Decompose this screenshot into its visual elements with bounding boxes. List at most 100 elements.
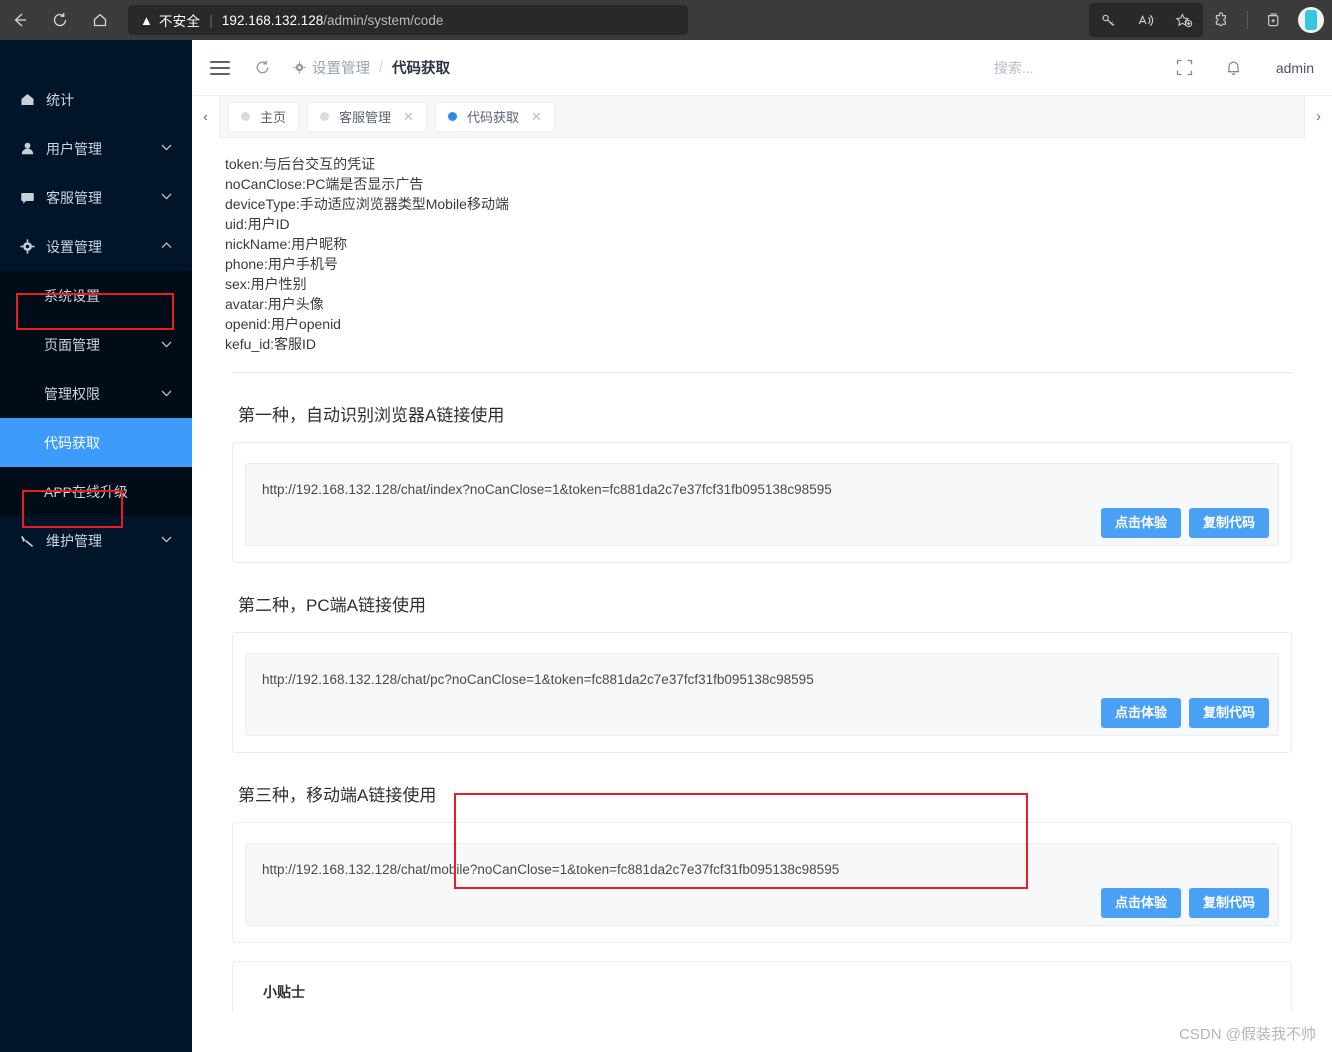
tab-strip: ‹ 主页 客服管理 ✕ 代码获取 ✕ › (192, 95, 1332, 138)
tab-status-dot (320, 112, 330, 121)
close-icon[interactable]: ✕ (531, 110, 542, 123)
close-icon[interactable]: ✕ (403, 110, 414, 123)
sidebar-item-label: 代码获取 (44, 434, 100, 451)
toolbar-divider (1247, 11, 1248, 29)
chat-icon (18, 190, 36, 205)
section-title: 第二种，PC端A链接使用 (238, 596, 426, 615)
home-icon[interactable] (80, 0, 120, 40)
section-buttons: 点击体验 复制代码 (1100, 698, 1269, 728)
chevron-down-icon (161, 339, 172, 351)
tab-service-management[interactable]: 客服管理 ✕ (307, 101, 427, 132)
sidebar-item-label: 设置管理 (46, 238, 102, 255)
copy-code-button[interactable]: 复制代码 (1188, 888, 1269, 918)
tab-status-dot (241, 112, 250, 121)
url-separator: | (209, 12, 213, 28)
section-panel: http://192.168.132.128/chat/pc?noCanClos… (232, 632, 1292, 753)
breadcrumb: 设置管理 / 代码获取 (293, 57, 450, 78)
extensions-icon[interactable] (1203, 0, 1241, 40)
breadcrumb-separator: / (379, 59, 384, 76)
sidebar-item-settings-management[interactable]: 设置管理 (0, 222, 192, 271)
param-item: uid:用户ID (225, 216, 290, 232)
section-buttons: 点击体验 复制代码 (1100, 888, 1269, 918)
refresh-icon[interactable] (254, 59, 271, 76)
param-item: phone:用户手机号 (225, 256, 338, 272)
url-path: /admin/system/code (323, 12, 444, 28)
param-item: token:与后台交互的凭证 (225, 156, 376, 172)
section-title: 第一种，自动识别浏览器A链接使用 (238, 406, 505, 425)
main-area: 设置管理 / 代码获取 admin ‹ 主页 客服管理 ✕ (192, 40, 1332, 1052)
tab-scroll-right-button[interactable]: › (1304, 95, 1332, 138)
section-panel: http://192.168.132.128/chat/index?noCanC… (232, 442, 1292, 563)
sidebar-item-maintenance-management[interactable]: 维护管理 (0, 516, 192, 565)
profile-avatar[interactable] (1298, 7, 1324, 33)
reload-icon[interactable] (40, 0, 80, 40)
url-text: 192.168.132.128/admin/system/code (222, 13, 443, 28)
tab-label: 客服管理 (339, 110, 392, 125)
param-item: noCanClose:PC端是否显示广告 (225, 176, 424, 192)
url-host: 192.168.132.128 (221, 12, 324, 28)
sidebar-item-app-online-upgrade[interactable]: APP在线升级 (0, 467, 192, 516)
chevron-down-icon (161, 535, 172, 546)
sidebar-item-label: 维护管理 (46, 532, 102, 549)
bell-icon[interactable] (1225, 59, 1242, 77)
warning-triangle-icon: ▲ (140, 12, 153, 28)
chevron-down-icon (161, 192, 172, 203)
topbar-right: admin (993, 59, 1332, 77)
section-title: 第三种，移动端A链接使用 (238, 786, 437, 805)
section-mobile-link: 第三种，移动端A链接使用 http://192.168.132.128/chat… (192, 753, 1332, 943)
gear-icon (293, 61, 306, 74)
tab-list: 主页 客服管理 ✕ 代码获取 ✕ (220, 101, 555, 132)
chevron-down-icon (161, 388, 172, 400)
sidebar-item-label: 管理权限 (44, 385, 100, 402)
security-label: 不安全 (158, 14, 201, 29)
chevron-down-icon (161, 143, 172, 154)
tab-label: 主页 (260, 110, 287, 125)
breadcrumb-parent[interactable]: 设置管理 (312, 57, 370, 78)
sidebar-nav: 统计 用户管理 客服管理 设置管理 系统设置 页面管理 管理权限 代码获取 AP… (0, 40, 192, 1052)
sidebar-item-statistics[interactable]: 统计 (0, 75, 192, 124)
browser-icon-group (1089, 3, 1203, 37)
user-icon (18, 141, 36, 156)
try-it-button[interactable]: 点击体验 (1100, 698, 1181, 728)
try-it-button[interactable]: 点击体验 (1100, 888, 1181, 918)
copy-code-button[interactable]: 复制代码 (1188, 698, 1269, 728)
address-bar[interactable]: ▲ 不安全 | 192.168.132.128/admin/system/cod… (128, 5, 688, 35)
key-icon[interactable] (1089, 0, 1127, 40)
chevron-up-icon (161, 241, 172, 252)
hamburger-menu-icon[interactable] (210, 60, 230, 75)
browser-toolbar: ▲ 不安全 | 192.168.132.128/admin/system/cod… (0, 0, 1332, 40)
try-it-button[interactable]: 点击体验 (1100, 508, 1181, 538)
copy-code-button[interactable]: 复制代码 (1188, 508, 1269, 538)
read-aloud-icon[interactable] (1127, 0, 1165, 40)
sidebar-submenu-settings: 系统设置 页面管理 管理权限 代码获取 APP在线升级 (0, 271, 192, 516)
sidebar-item-code-fetch[interactable]: 代码获取 (0, 418, 192, 467)
sidebar-item-label: 系统设置 (44, 287, 100, 304)
wrench-icon (18, 533, 36, 548)
watermark: CSDN @假装我不帅 (1179, 1026, 1316, 1043)
tab-label: 代码获取 (466, 110, 519, 125)
section-auto-detect: 第一种，自动识别浏览器A链接使用 http://192.168.132.128/… (192, 373, 1332, 563)
sidebar-item-system-settings[interactable]: 系统设置 (0, 271, 192, 320)
home-icon (18, 92, 36, 107)
sidebar-item-service-management[interactable]: 客服管理 (0, 173, 192, 222)
tab-code-fetch[interactable]: 代码获取 ✕ (434, 101, 555, 132)
user-name[interactable]: admin (1276, 60, 1314, 76)
tab-scroll-left-button[interactable]: ‹ (192, 95, 220, 138)
sidebar-item-label: 用户管理 (46, 140, 102, 157)
search-input[interactable] (993, 59, 1144, 76)
fullscreen-icon[interactable] (1176, 59, 1193, 76)
section-buttons: 点击体验 复制代码 (1100, 508, 1269, 538)
tab-home[interactable]: 主页 (228, 101, 300, 132)
parameter-description-list: token:与后台交互的凭证 noCanClose:PC端是否显示广告 devi… (192, 138, 1332, 354)
sidebar-item-admin-permissions[interactable]: 管理权限 (0, 369, 192, 418)
page-content: token:与后台交互的凭证 noCanClose:PC端是否显示广告 devi… (192, 138, 1332, 1012)
collections-add-icon[interactable] (1254, 0, 1292, 40)
sidebar-item-user-management[interactable]: 用户管理 (0, 124, 192, 173)
browser-right-icons (1089, 0, 1332, 40)
app-topbar: 设置管理 / 代码获取 admin (192, 40, 1332, 96)
sidebar-item-page-management[interactable]: 页面管理 (0, 320, 192, 369)
favorite-add-icon[interactable] (1165, 0, 1203, 40)
back-arrow-icon[interactable] (0, 0, 40, 40)
section-pc-link: 第二种，PC端A链接使用 http://192.168.132.128/chat… (192, 563, 1332, 753)
tips-title: 小贴士 (263, 984, 305, 1000)
